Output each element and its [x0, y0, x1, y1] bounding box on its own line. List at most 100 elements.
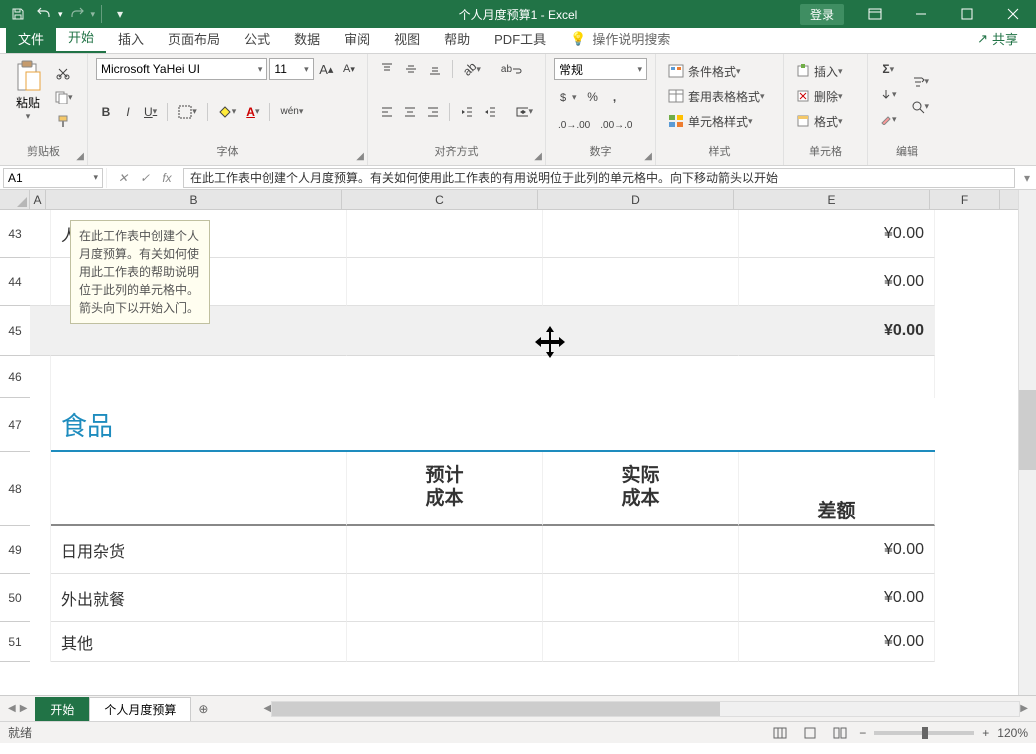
- cell-b47[interactable]: 食品: [51, 398, 935, 452]
- fill-color-button[interactable]: ▾: [214, 101, 241, 123]
- clipboard-dialog-launcher[interactable]: ◢: [76, 151, 84, 162]
- horizontal-scrollbar[interactable]: ◀ ▶: [255, 701, 1036, 717]
- row-header-45[interactable]: 45: [0, 306, 30, 356]
- sheet-tab-2[interactable]: 个人月度预算: [89, 697, 191, 721]
- enter-formula-button[interactable]: ✓: [135, 168, 155, 188]
- number-dialog-launcher[interactable]: ◢: [644, 151, 652, 162]
- clear-button[interactable]: ▾: [876, 108, 901, 130]
- row-header-48[interactable]: 48: [0, 452, 30, 526]
- format-cells-button[interactable]: 格式▾: [792, 110, 859, 132]
- cell-a46[interactable]: [30, 356, 51, 398]
- decrease-indent-button[interactable]: [456, 101, 477, 123]
- format-as-table-button[interactable]: 套用表格格式▾: [664, 85, 775, 107]
- increase-decimal-button[interactable]: .0→.00: [554, 115, 594, 137]
- cell-b50[interactable]: 外出就餐: [51, 574, 347, 622]
- cell-a51[interactable]: [30, 622, 51, 662]
- hscroll-thumb[interactable]: [272, 702, 720, 716]
- col-header-f[interactable]: F: [930, 190, 1000, 209]
- row-header-51[interactable]: 51: [0, 622, 30, 662]
- cell-e45[interactable]: ¥0.00: [739, 306, 935, 356]
- decrease-decimal-button[interactable]: .00→.0: [596, 115, 636, 137]
- cell-d50[interactable]: [543, 574, 739, 622]
- col-header-e[interactable]: E: [734, 190, 930, 209]
- tab-formula[interactable]: 公式: [232, 24, 282, 53]
- save-button[interactable]: [6, 2, 30, 26]
- font-color-button[interactable]: A▾: [242, 101, 263, 123]
- cell-d46[interactable]: [543, 356, 739, 398]
- row-header-44[interactable]: 44: [0, 258, 30, 306]
- minimize-button[interactable]: [898, 0, 944, 28]
- wrap-text-button[interactable]: ab: [497, 58, 526, 80]
- col-header-d[interactable]: D: [538, 190, 734, 209]
- redo-dropdown-icon[interactable]: ▾: [91, 9, 96, 20]
- add-sheet-button[interactable]: ⊕: [191, 702, 215, 716]
- grow-font-button[interactable]: A▴: [316, 58, 337, 80]
- cell-d51[interactable]: [543, 622, 739, 662]
- cell-b51[interactable]: 其他: [51, 622, 347, 662]
- close-button[interactable]: [990, 0, 1036, 28]
- delete-cells-button[interactable]: 删除▾: [792, 85, 859, 107]
- hscroll-right[interactable]: ▶: [1020, 703, 1028, 714]
- sort-filter-button[interactable]: ▾: [907, 71, 934, 93]
- cell-e51[interactable]: ¥0.00: [739, 622, 935, 662]
- align-center-button[interactable]: [399, 101, 420, 123]
- cell-d48[interactable]: 实际 成本: [543, 452, 739, 526]
- copy-button[interactable]: ▾: [50, 86, 77, 108]
- cut-button[interactable]: [50, 62, 77, 84]
- view-page-layout-button[interactable]: [799, 724, 821, 742]
- autosum-button[interactable]: Σ▾: [876, 58, 901, 80]
- zoom-out-button[interactable]: −: [859, 726, 866, 740]
- row-header-47[interactable]: 47: [0, 398, 30, 452]
- cell-b48[interactable]: [51, 452, 347, 526]
- shrink-font-button[interactable]: A▾: [339, 58, 359, 80]
- cell-a44[interactable]: [30, 258, 51, 306]
- tab-layout[interactable]: 页面布局: [156, 24, 232, 53]
- zoom-in-button[interactable]: +: [982, 726, 989, 740]
- cell-d44[interactable]: [543, 258, 739, 306]
- zoom-slider[interactable]: [874, 731, 974, 735]
- tab-review[interactable]: 审阅: [332, 24, 382, 53]
- cell-e43[interactable]: ¥0.00: [739, 210, 935, 258]
- accounting-format-button[interactable]: $▾: [554, 86, 581, 108]
- name-box[interactable]: A1 ▾: [3, 168, 103, 188]
- col-header-c[interactable]: C: [342, 190, 538, 209]
- format-painter-button[interactable]: [50, 110, 77, 132]
- font-name-combo[interactable]: Microsoft YaHei UI▾: [96, 58, 267, 80]
- comma-button[interactable]: ,: [605, 86, 625, 108]
- align-top-button[interactable]: [376, 58, 398, 80]
- underline-button[interactable]: U▾: [140, 101, 161, 123]
- tab-pdf[interactable]: PDF工具: [482, 24, 558, 53]
- bold-button[interactable]: B: [96, 101, 116, 123]
- cancel-formula-button[interactable]: ✕: [113, 168, 133, 188]
- tell-me-search[interactable]: 💡 操作说明搜索: [558, 24, 682, 53]
- cell-e44[interactable]: ¥0.00: [739, 258, 935, 306]
- cell-a49[interactable]: [30, 526, 51, 574]
- cell-e46[interactable]: [739, 356, 935, 398]
- share-button[interactable]: ↗ 共享: [965, 24, 1030, 53]
- alignment-dialog-launcher[interactable]: ◢: [534, 151, 542, 162]
- cell-c45[interactable]: [347, 306, 543, 356]
- orientation-button[interactable]: ab▾: [459, 58, 485, 80]
- borders-button[interactable]: ▾: [174, 101, 201, 123]
- increase-indent-button[interactable]: [479, 101, 500, 123]
- row-header-49[interactable]: 49: [0, 526, 30, 574]
- undo-dropdown-icon[interactable]: ▾: [58, 9, 63, 20]
- paste-button[interactable]: 粘贴 ▾: [8, 58, 48, 132]
- cell-d43[interactable]: [543, 210, 739, 258]
- cell-a47[interactable]: [30, 398, 51, 452]
- sheet-nav-next[interactable]: ▶: [20, 703, 28, 714]
- sheet-nav-prev[interactable]: ◀: [8, 703, 16, 714]
- cell-a45[interactable]: [30, 306, 51, 356]
- vertical-scrollbar[interactable]: [1018, 190, 1036, 695]
- zoom-level[interactable]: 120%: [997, 726, 1028, 740]
- vertical-scroll-thumb[interactable]: [1019, 390, 1036, 470]
- cell-a43[interactable]: [30, 210, 51, 258]
- formula-input[interactable]: 在此工作表中创建个人月度预算。有关如何使用此工作表的有用说明位于此列的单元格中。…: [183, 168, 1015, 188]
- italic-button[interactable]: I: [118, 101, 138, 123]
- cell-a48[interactable]: [30, 452, 51, 526]
- col-header-a[interactable]: A: [30, 190, 46, 209]
- cell-b46[interactable]: [51, 356, 347, 398]
- tab-data[interactable]: 数据: [282, 24, 332, 53]
- maximize-button[interactable]: [944, 0, 990, 28]
- login-button[interactable]: 登录: [800, 4, 844, 25]
